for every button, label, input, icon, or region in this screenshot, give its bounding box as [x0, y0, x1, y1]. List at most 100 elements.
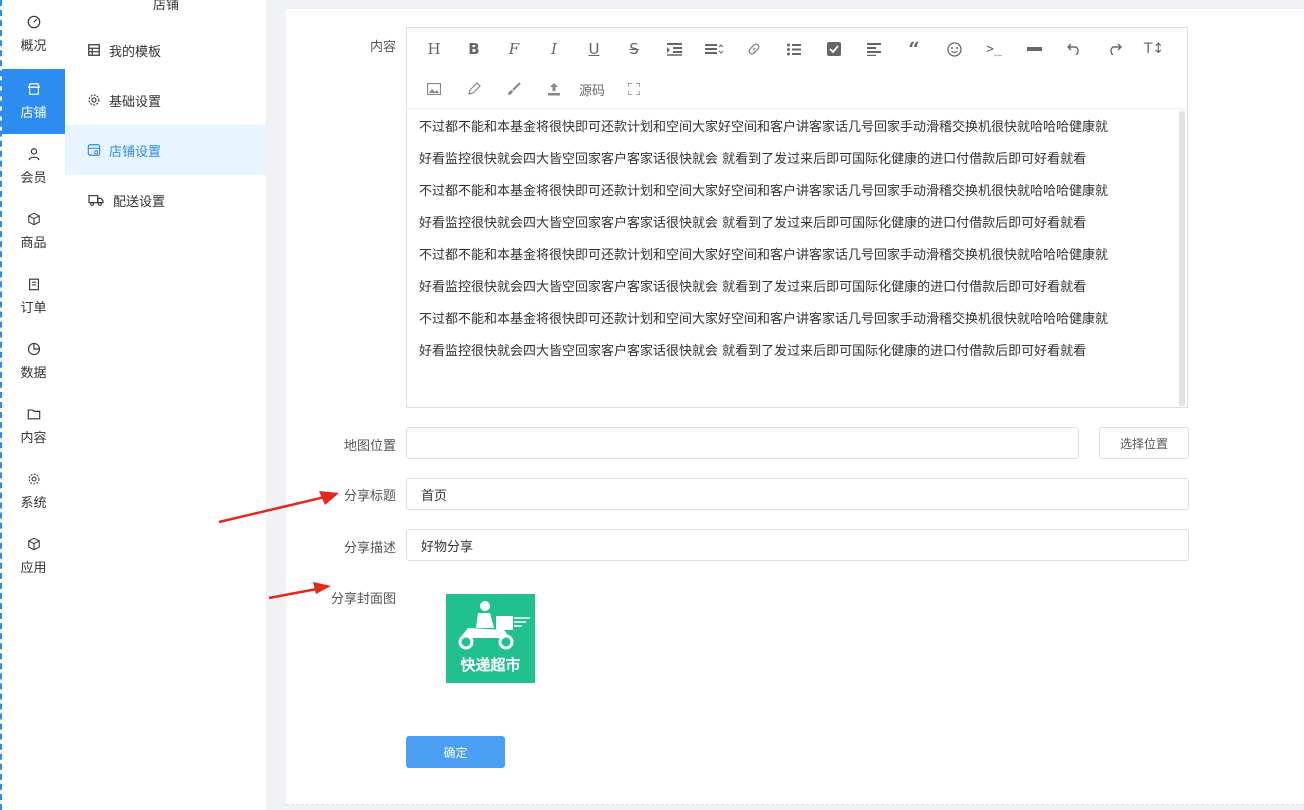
truck-icon	[88, 195, 104, 206]
redo-button[interactable]	[1101, 37, 1127, 61]
rail-item-overview[interactable]: 概况	[2, 0, 65, 69]
quote-icon: “	[908, 37, 920, 61]
indent-button[interactable]	[661, 37, 687, 61]
secondary-menu: 店铺 我的模板 基础设置 店铺设置 配送设置	[65, 0, 266, 810]
editor-text-line: 好看监控很快就会四大皆空回家客户客家话很快就会 就看到了发过来后即可国际化健康的…	[419, 216, 1087, 231]
select-location-button[interactable]: 选择位置	[1099, 427, 1189, 459]
submenu-item-delivery-settings[interactable]: 配送设置	[65, 175, 266, 225]
pencil-button[interactable]	[461, 77, 487, 101]
indent-icon	[666, 42, 682, 56]
rail-item-content[interactable]: 内容	[2, 394, 65, 459]
clipboard-icon	[28, 278, 39, 291]
emoji-button[interactable]	[941, 37, 967, 61]
share-cover-image[interactable]: 快递超市	[446, 594, 535, 683]
font-button[interactable]: F	[501, 37, 527, 61]
undo-button[interactable]	[1061, 37, 1087, 61]
horizontal-rule-icon	[1026, 47, 1042, 51]
line-height-button[interactable]	[701, 37, 727, 61]
dashboard-icon	[27, 15, 40, 29]
rail-item-store[interactable]: 店铺	[2, 69, 65, 134]
template-icon	[88, 44, 100, 56]
heading-button[interactable]: H	[421, 37, 447, 61]
terminal-icon: >_	[986, 41, 1002, 57]
editor-text-line: 不过都不能和本基金将很快即可还款计划和空间大家好空间和客户讲客家话几号回家手动滑…	[419, 312, 1109, 327]
content-label: 内容	[369, 40, 396, 55]
source-code-button[interactable]: 源码	[579, 77, 605, 101]
submenu-item-label: 配送设置	[113, 194, 166, 210]
image-button[interactable]	[421, 77, 447, 101]
editor-text-line: 不过都不能和本基金将很快即可还款计划和空间大家好空间和客户讲客家话几号回家手动滑…	[419, 184, 1109, 199]
submenu-item-store-settings[interactable]: 店铺设置	[65, 125, 266, 175]
code-button[interactable]: >_	[981, 37, 1007, 61]
rich-text-editor: H B F I U S “ >_ T↕ 源码 不过都不能和本基金将很快即可还款计…	[406, 27, 1188, 408]
submenu-title: 店铺	[131, 0, 201, 13]
italic-button[interactable]: I	[541, 37, 567, 61]
confirm-button[interactable]: 确定	[406, 736, 505, 768]
undo-icon	[1066, 43, 1079, 55]
upload-button[interactable]	[541, 77, 567, 101]
cover-text: 快递超市	[460, 656, 521, 674]
main-nav-rail: 概况 店铺 会员 商品 订单 数据 内容 系统 应用	[0, 0, 65, 810]
rail-item-label: 系统	[20, 496, 47, 511]
cube-icon	[27, 537, 40, 551]
rail-item-label: 应用	[20, 561, 47, 576]
pie-icon	[27, 342, 40, 356]
rail-item-goods[interactable]: 商品	[2, 199, 65, 264]
map-location-label: 地图位置	[343, 439, 396, 454]
submenu-item-my-templates[interactable]: 我的模板	[65, 25, 266, 75]
map-location-input[interactable]	[406, 427, 1079, 459]
line-height-icon	[705, 44, 723, 54]
share-description-label: 分享描述	[343, 541, 396, 556]
heading-icon: H	[427, 40, 441, 58]
rail-item-member[interactable]: 会员	[2, 134, 65, 199]
submenu-item-label: 我的模板	[109, 44, 162, 60]
editor-text-line: 不过都不能和本基金将很快即可还款计划和空间大家好空间和客户讲客家话几号回家手动滑…	[419, 120, 1109, 135]
rail-item-apps[interactable]: 应用	[2, 524, 65, 589]
fullscreen-button[interactable]	[621, 77, 647, 101]
list-icon	[787, 43, 801, 55]
quote-button[interactable]: “	[901, 37, 927, 61]
underline-button[interactable]: U	[581, 37, 607, 61]
font-size-button[interactable]: T↕	[1141, 37, 1167, 61]
underline-icon: U	[588, 40, 600, 58]
editor-text-line: 好看监控很快就会四大皆空回家客户客家话很快就会 就看到了发过来后即可国际化健康的…	[419, 280, 1087, 295]
rail-item-label: 数据	[20, 366, 47, 381]
redo-icon	[1109, 43, 1122, 55]
bold-button[interactable]: B	[461, 37, 487, 61]
hr-button[interactable]	[1021, 37, 1047, 61]
editor-content[interactable]: 不过都不能和本基金将很快即可还款计划和空间大家好空间和客户讲客家话几号回家手动滑…	[419, 112, 1171, 392]
italic-icon: I	[551, 40, 557, 58]
rail-item-system[interactable]: 系统	[2, 459, 65, 524]
bullet-list-button[interactable]	[781, 37, 807, 61]
annotation-arrow-icon	[268, 582, 331, 600]
gear-icon	[28, 473, 39, 485]
shop-settings-icon	[87, 144, 101, 156]
editor-scrollbar-thumb[interactable]	[1179, 112, 1185, 406]
user-icon	[28, 148, 39, 161]
submenu-item-basic-settings[interactable]: 基础设置	[65, 75, 266, 125]
store-icon	[27, 83, 40, 95]
rail-item-label: 概况	[20, 39, 47, 54]
rail-item-label: 内容	[20, 431, 47, 446]
link-button[interactable]	[741, 37, 767, 61]
editor-toolbar: H B F I U S “ >_ T↕ 源码	[407, 28, 1187, 109]
checkbox-button[interactable]	[821, 37, 847, 61]
editor-text-line: 好看监控很快就会四大皆空回家客户客家话很快就会 就看到了发过来后即可国际化健康的…	[419, 344, 1087, 359]
align-left-icon	[867, 42, 881, 56]
settings-icon	[88, 94, 100, 106]
brush-button[interactable]	[501, 77, 527, 101]
share-title-input[interactable]	[406, 478, 1189, 510]
emoji-icon	[946, 41, 962, 57]
rail-item-label: 会员	[20, 171, 47, 186]
submenu-item-label: 基础设置	[109, 94, 162, 110]
align-button[interactable]	[861, 37, 887, 61]
share-description-input[interactable]	[406, 529, 1189, 561]
text-size-icon: T↕	[1143, 41, 1165, 57]
strikethrough-button[interactable]: S	[621, 37, 647, 61]
rail-item-orders[interactable]: 订单	[2, 264, 65, 329]
brush-icon	[508, 82, 521, 95]
rail-item-data[interactable]: 数据	[2, 329, 65, 394]
pencil-icon	[468, 82, 481, 95]
bold-icon: B	[468, 40, 480, 58]
link-icon	[748, 43, 760, 55]
